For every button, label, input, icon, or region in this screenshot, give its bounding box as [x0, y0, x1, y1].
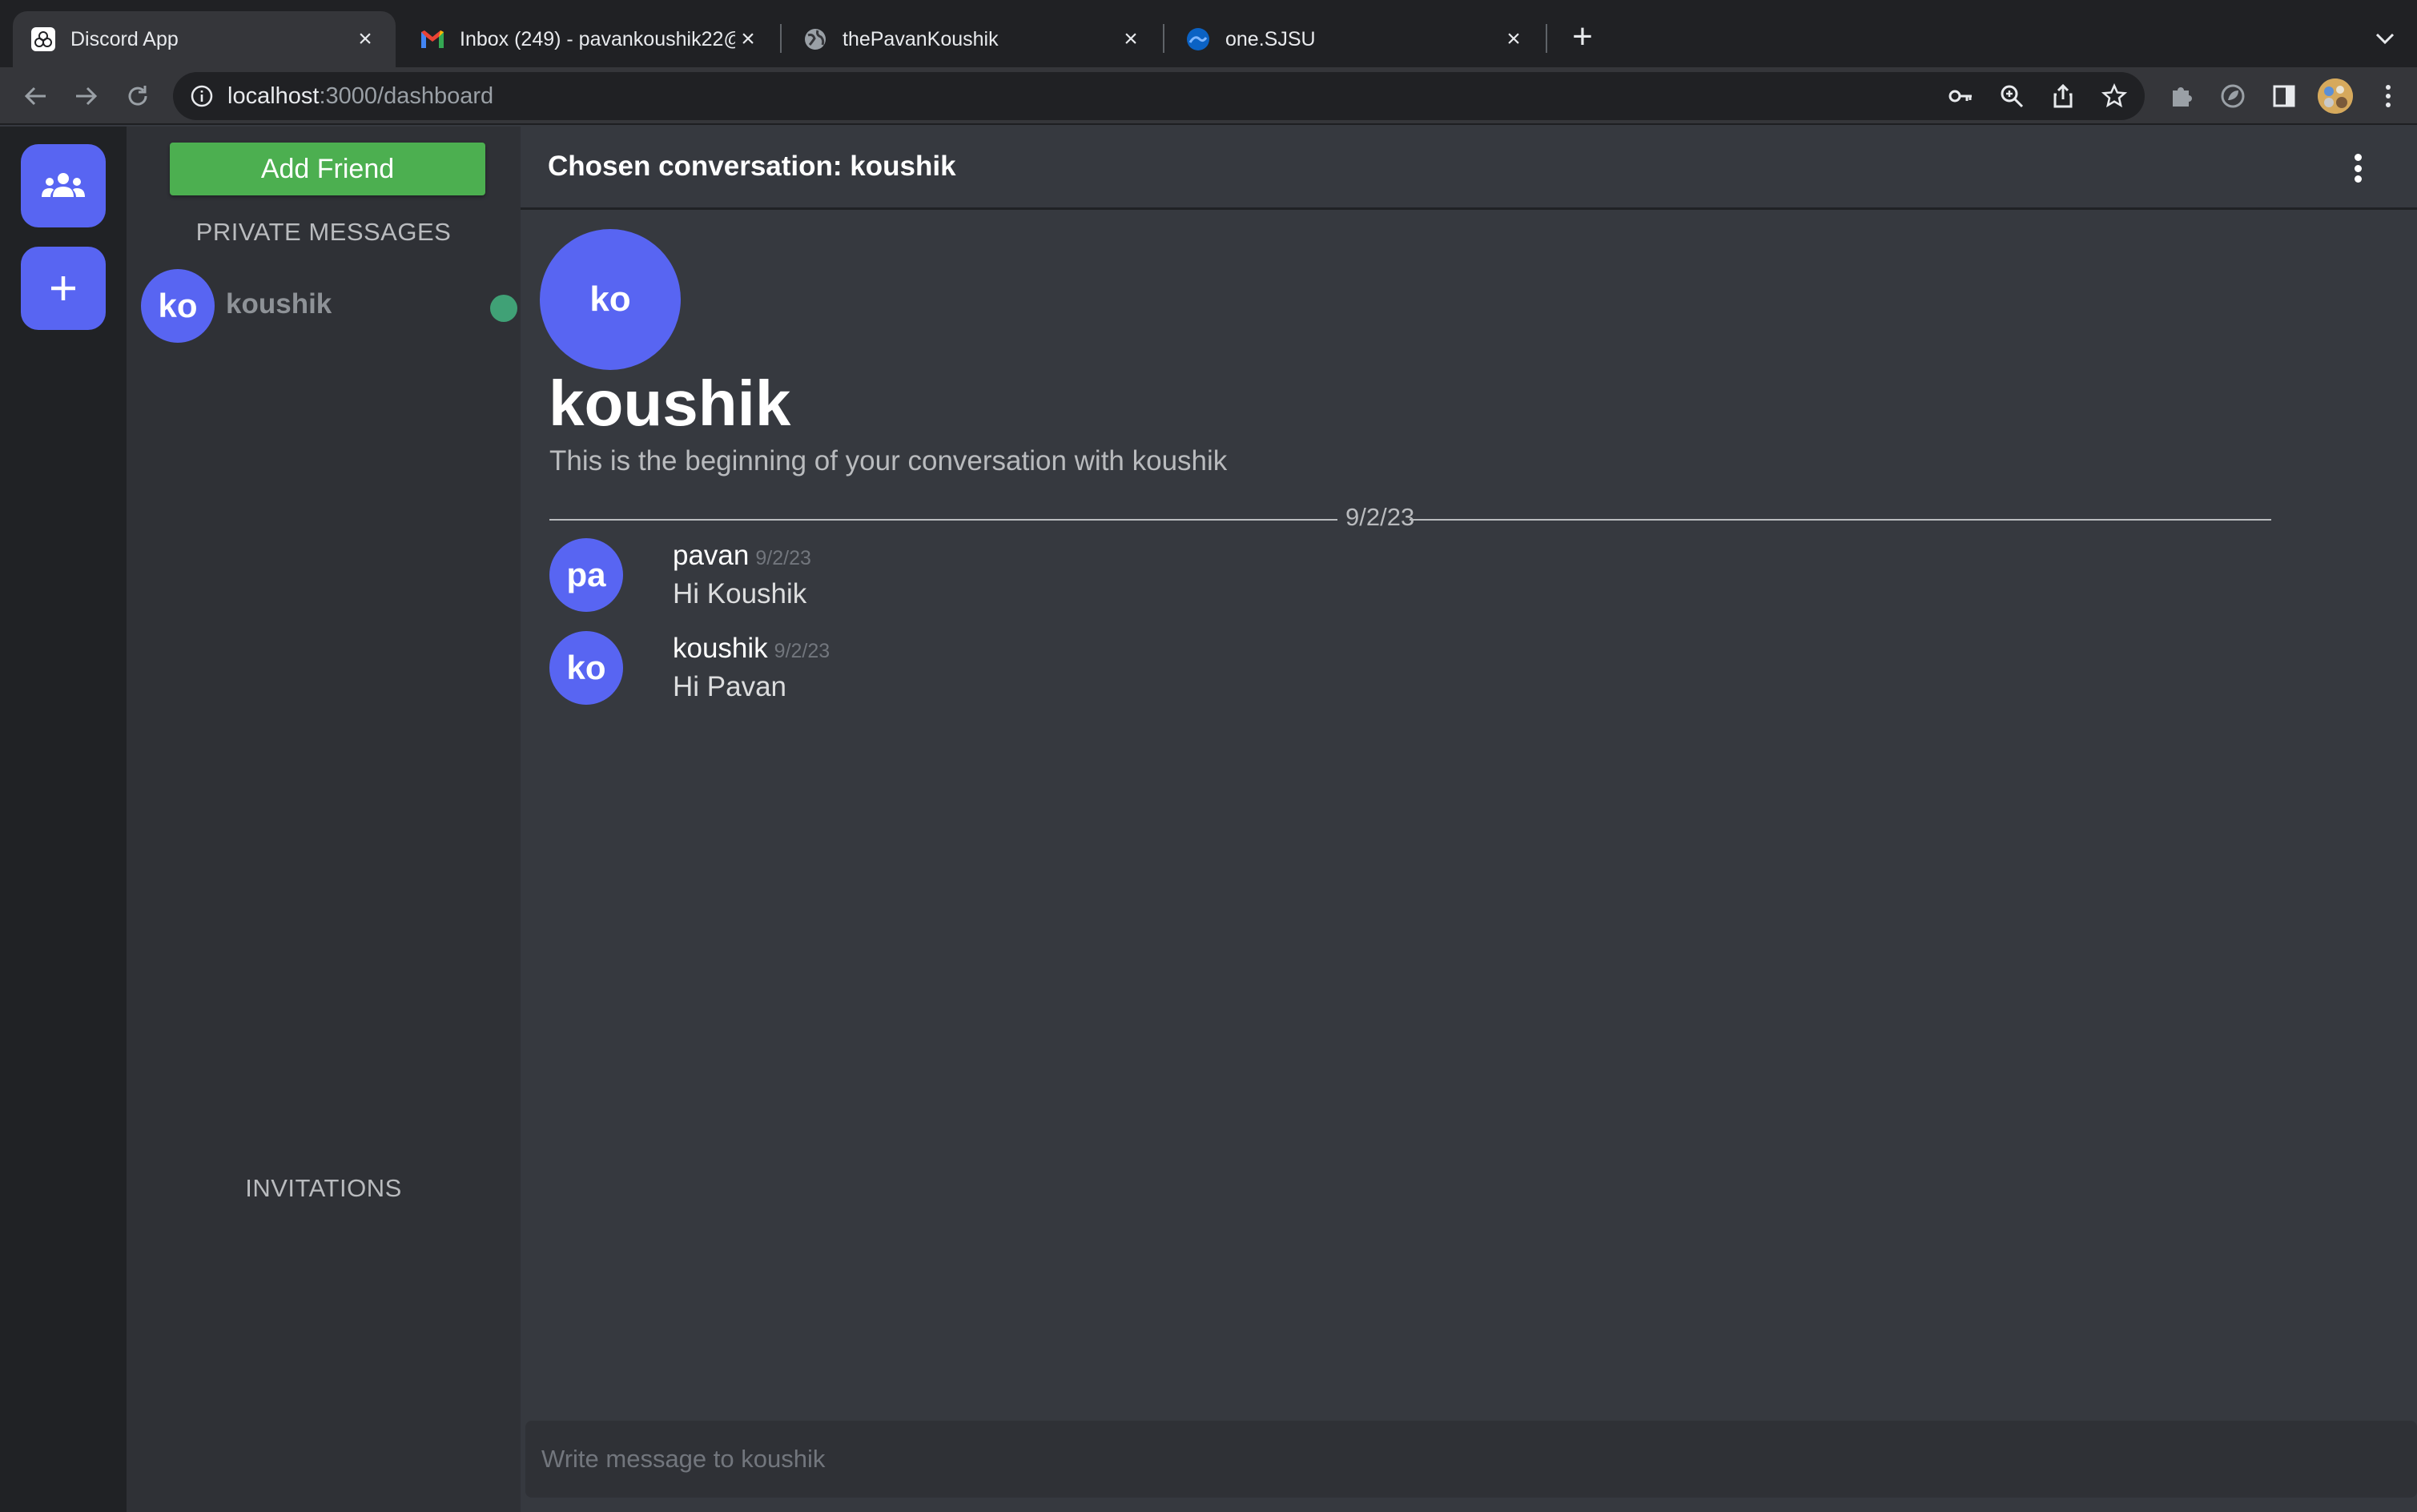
message-text: Hi Pavan [673, 671, 787, 702]
share-icon[interactable] [2049, 82, 2077, 111]
message-header: koushik 9/2/23 [673, 633, 830, 665]
forward-button[interactable] [69, 78, 104, 114]
address-path: :3000/dashboard [319, 83, 494, 109]
profile-avatar[interactable] [2318, 78, 2353, 114]
extension-leaf-icon[interactable] [2215, 78, 2250, 114]
tab-close-icon[interactable]: × [1501, 26, 1526, 52]
conversation-avatar: ko [540, 229, 681, 370]
browser-tab-discord[interactable]: Discord App × [13, 11, 396, 67]
online-status-indicator [490, 295, 517, 322]
side-panel-icon[interactable] [2266, 78, 2302, 114]
tab-search-chevron-icon[interactable] [2369, 22, 2401, 54]
reload-icon [128, 86, 147, 106]
extensions-puzzle-icon[interactable] [2164, 78, 2199, 114]
tab-title: thePavanKoushik [843, 27, 999, 50]
message-text: Hi Koushik [673, 578, 807, 609]
site-info-icon[interactable] [189, 83, 215, 109]
back-button[interactable] [18, 78, 53, 114]
date-divider-label: 9/2/23 [1345, 503, 1415, 531]
avatar: ko [141, 269, 215, 343]
gmail-favicon-icon [420, 26, 445, 52]
avatar: pa [549, 538, 623, 612]
message-author: koushik [673, 633, 768, 664]
reload-button[interactable] [120, 78, 155, 114]
conversation-intro-text: This is the beginning of your conversati… [549, 445, 1228, 477]
message-header: pavan 9/2/23 [673, 540, 811, 572]
tab-title: Discord App [70, 27, 179, 50]
address-url: localhost:3000/dashboard [227, 83, 493, 110]
key-icon[interactable] [1946, 82, 1975, 111]
browser-tab-thepavankoushik[interactable]: thePavanKoushik × [785, 11, 1161, 67]
add-friend-button[interactable]: Add Friend [170, 143, 485, 195]
globe-icon [802, 26, 828, 52]
sjsu-favicon-icon [1185, 26, 1211, 52]
friend-name: koushik [226, 288, 332, 320]
arrow-right-icon [76, 86, 98, 106]
message-author: pavan [673, 540, 750, 571]
arrow-left-icon [24, 86, 46, 106]
chat-area: Chosen conversation: koushik ko koushik … [521, 127, 2417, 1512]
tab-close-icon[interactable]: × [1118, 26, 1144, 52]
discord-favicon-icon [30, 26, 56, 52]
tab-title: one.SJSU [1225, 27, 1316, 50]
zoom-icon[interactable] [1997, 82, 2026, 111]
add-server-button[interactable] [21, 247, 106, 330]
tab-title: Inbox (249) - pavankoushik22@ [460, 27, 735, 50]
invitations-heading: INVITATIONS [245, 1174, 402, 1202]
new-tab-button[interactable]: + [1565, 19, 1600, 56]
browser-tab-gmail[interactable]: Inbox (249) - pavankoushik22@ × [402, 11, 778, 67]
avatar: ko [549, 631, 623, 705]
more-options-icon[interactable] [2342, 149, 2374, 187]
message-date: 9/2/23 [774, 640, 830, 662]
bookmark-star-icon[interactable] [2100, 82, 2129, 111]
friend-list-item[interactable]: ko koushik [141, 269, 517, 343]
tab-close-icon[interactable]: × [735, 26, 761, 52]
browser-tab-strip: Discord App × Inbox (249) - pavankoushik… [0, 0, 2417, 67]
friends-sidebar: Add Friend PRIVATE MESSAGES ko koushik I… [127, 127, 521, 1512]
message: ko koushik 9/2/23 Hi Pavan [549, 631, 1991, 711]
date-divider-line [1410, 519, 2271, 521]
message-input[interactable] [525, 1421, 2417, 1498]
plus-icon [51, 276, 75, 300]
address-host: localhost [227, 83, 320, 109]
friends-button[interactable] [21, 144, 106, 227]
browser-tab-onesjsu[interactable]: one.SJSU × [1168, 11, 1544, 67]
address-bar[interactable]: localhost:3000/dashboard [173, 72, 2145, 120]
group-icon [42, 173, 85, 197]
message-composer [525, 1421, 2417, 1498]
tab-separator [1163, 24, 1164, 53]
private-messages-heading: PRIVATE MESSAGES [195, 218, 452, 246]
tab-separator [780, 24, 782, 53]
chat-title: Chosen conversation: koushik [548, 151, 956, 182]
browser-toolbar: localhost:3000/dashboard [0, 67, 2417, 125]
tab-separator [1546, 24, 1547, 53]
browser-menu-icon[interactable] [2371, 78, 2406, 114]
conversation-name: koushik [549, 368, 791, 439]
date-divider-line [549, 519, 1337, 521]
message-date: 9/2/23 [755, 547, 811, 569]
message: pa pavan 9/2/23 Hi Koushik [549, 538, 1991, 618]
chat-header: Chosen conversation: koushik [521, 127, 2417, 210]
tab-close-icon[interactable]: × [352, 26, 378, 52]
server-rail [0, 127, 127, 1512]
